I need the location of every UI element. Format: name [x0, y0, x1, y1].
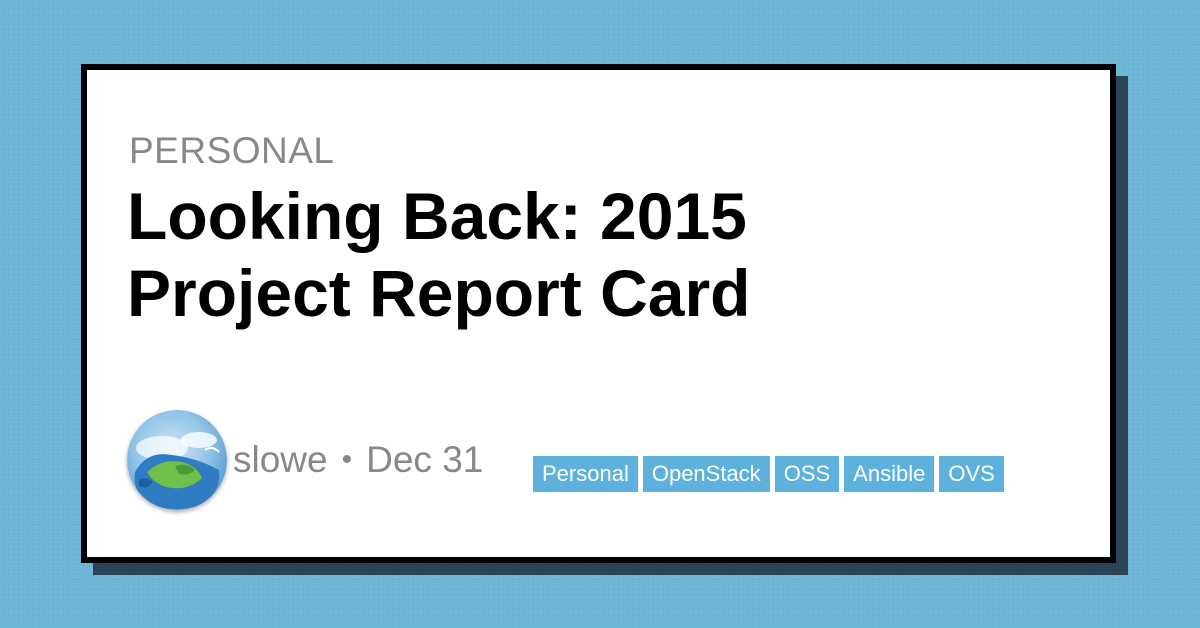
byline-separator: • [341, 443, 353, 476]
post-card[interactable]: PERSONAL Looking Back: 2015 Project Repo… [81, 64, 1116, 563]
post-title-line-1: Looking Back: 2015 [127, 179, 747, 253]
post-date: Dec 31 [366, 439, 484, 480]
tag-ovs[interactable]: OVS [939, 456, 1004, 492]
author-avatar[interactable] [127, 410, 227, 510]
tag-list: Personal OpenStack OSS Ansible OVS [533, 456, 1004, 492]
post-meta: slowe • Dec 31 [127, 410, 483, 510]
globe-avatar-icon [127, 410, 227, 510]
post-title[interactable]: Looking Back: 2015 Project Report Card [127, 178, 1027, 332]
post-title-line-2: Project Report Card [127, 256, 751, 330]
tag-ansible[interactable]: Ansible [844, 456, 935, 492]
tag-oss[interactable]: OSS [774, 456, 840, 492]
author-name[interactable]: slowe [233, 439, 328, 481]
category-label: PERSONAL [129, 130, 335, 171]
tag-personal[interactable]: Personal [533, 456, 638, 492]
byline: slowe • Dec 31 [233, 439, 483, 481]
tag-openstack[interactable]: OpenStack [642, 456, 770, 492]
